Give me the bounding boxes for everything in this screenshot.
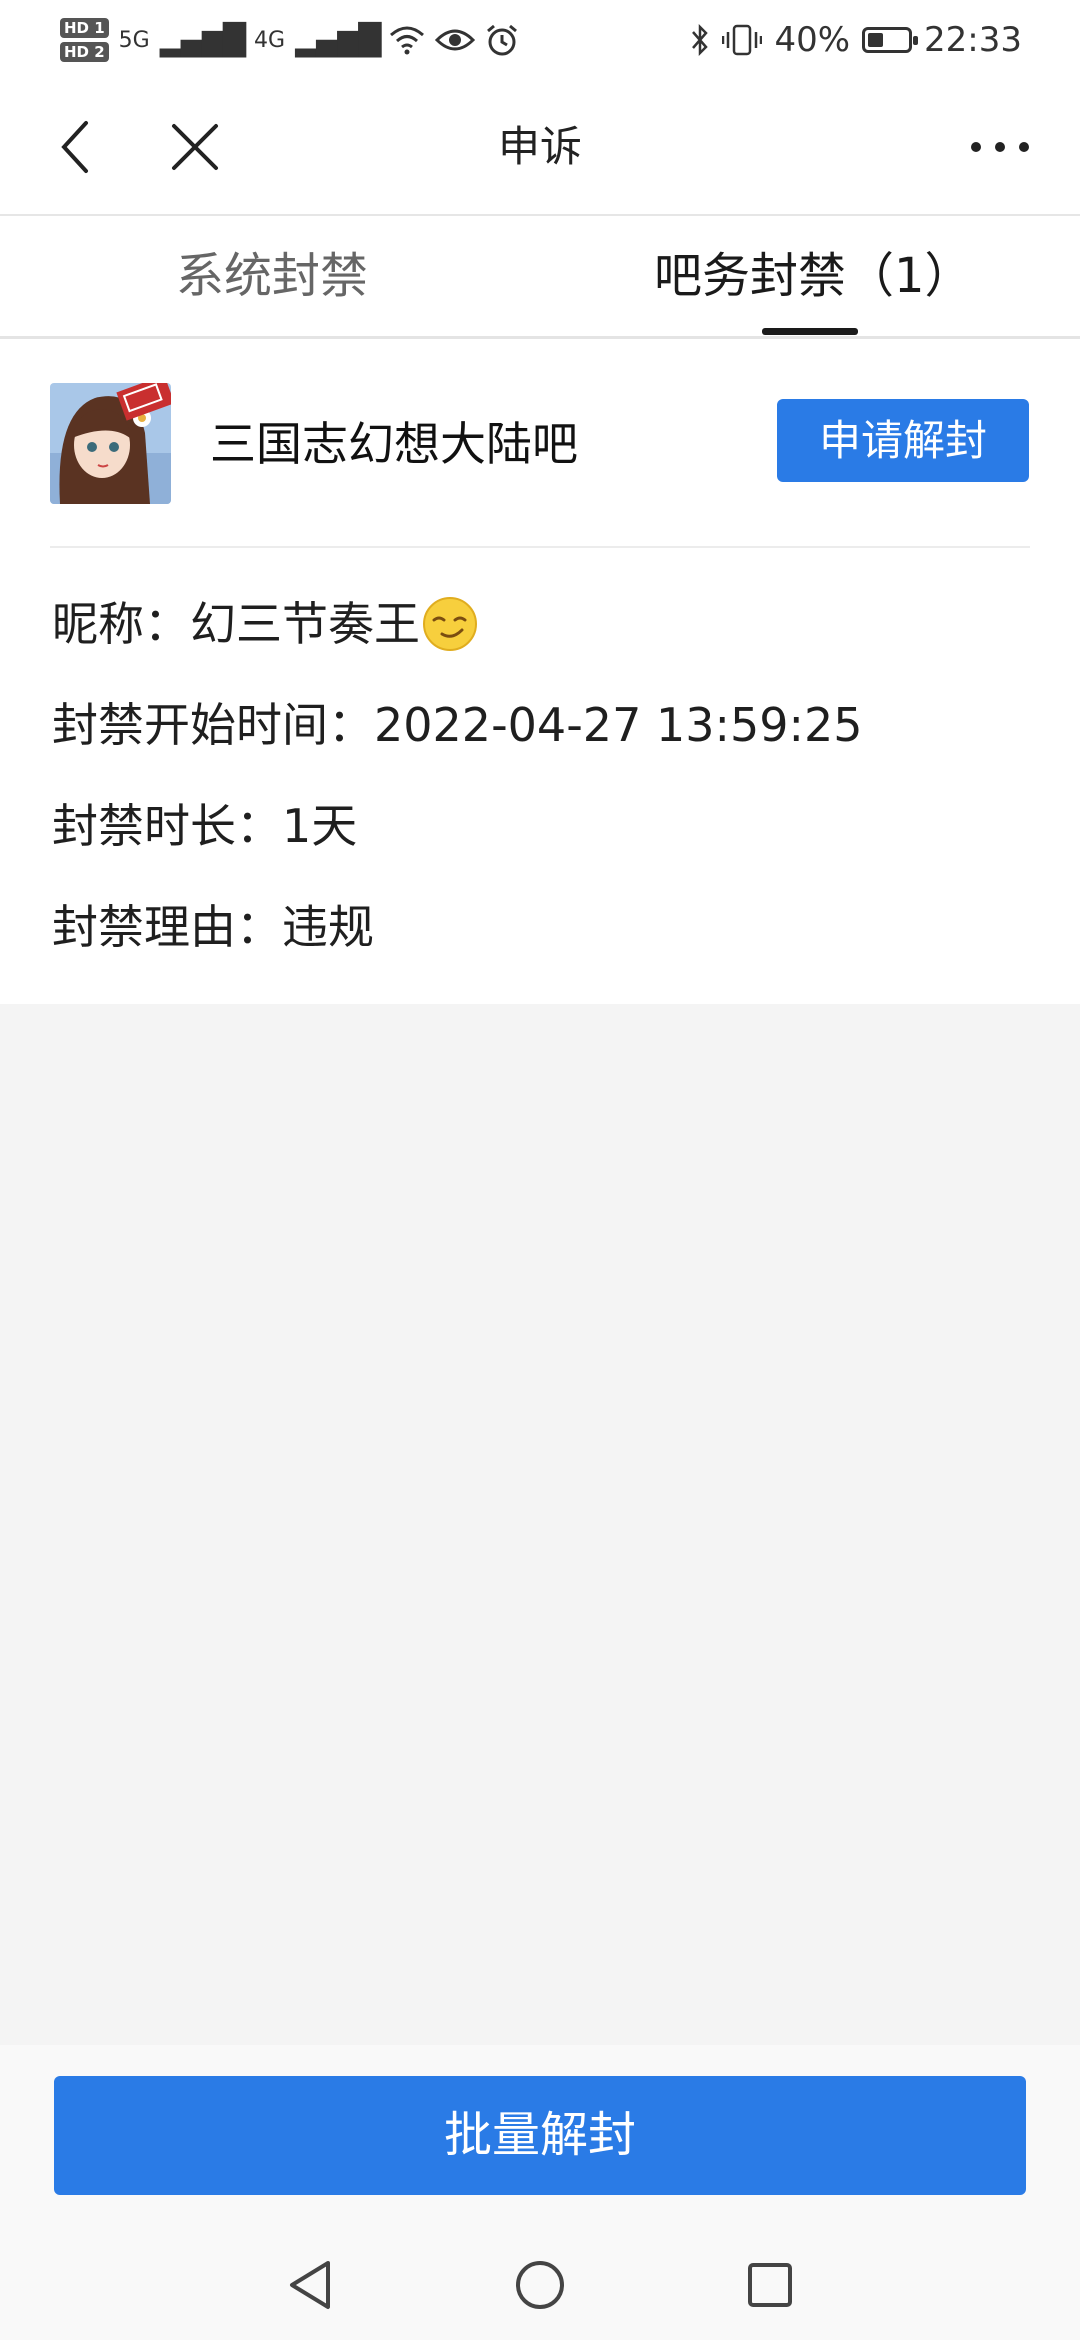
ban-start-value: 2022-04-27 13:59:25 xyxy=(374,698,863,752)
back-button[interactable] xyxy=(40,80,110,214)
clock: 22:33 xyxy=(924,20,1022,60)
divider xyxy=(50,546,1030,548)
network-5g-label: 5G xyxy=(118,27,150,53)
forum-avatar[interactable] xyxy=(50,383,171,504)
network-4g-label: 4G xyxy=(254,27,286,53)
status-right: 40% 22:33 xyxy=(690,14,1022,66)
batch-unblock-button[interactable]: 批量解封 xyxy=(54,2076,1026,2195)
triangle-back-icon xyxy=(290,2261,330,2309)
battery-fill xyxy=(868,33,884,47)
title-bar: 申诉 xyxy=(0,80,1080,216)
signal-icon: ▂▄▆█ xyxy=(295,22,381,58)
close-icon xyxy=(172,124,218,170)
forum-name[interactable]: 三国志幻想大陆吧 xyxy=(210,404,578,484)
battery-icon xyxy=(862,27,919,53)
ban-duration-row: 封禁时长： 1天 xyxy=(52,796,357,856)
active-tab-indicator xyxy=(762,328,858,335)
close-button[interactable] xyxy=(160,80,230,214)
vibrate-icon xyxy=(722,24,763,56)
alarm-icon xyxy=(487,24,518,56)
nav-back-button[interactable] xyxy=(280,2255,340,2315)
ban-reason-value: 违规 xyxy=(282,900,374,954)
tab-forum-ban[interactable]: 吧务封禁（1） xyxy=(654,216,973,336)
ban-duration-value: 1天 xyxy=(282,799,358,853)
eye-icon xyxy=(435,29,476,51)
chevron-left-icon xyxy=(61,121,88,173)
apply-unblock-button[interactable]: 申请解封 xyxy=(777,399,1029,482)
wifi-icon xyxy=(390,26,425,55)
nav-home-button[interactable] xyxy=(510,2255,570,2315)
ban-reason-label: 封禁理由： xyxy=(52,900,282,954)
battery-percent: 40% xyxy=(774,20,851,60)
ban-reason-row: 封禁理由： 违规 xyxy=(52,897,374,957)
circle-home-icon xyxy=(516,2261,564,2309)
signal-icon: ▂▄▆█ xyxy=(159,22,246,58)
hd-indicator: HD 1 HD 2 xyxy=(60,18,109,62)
nickname-label: 昵称： xyxy=(52,597,190,651)
nickname-value: 幻三节奏王 xyxy=(190,597,420,651)
tab-bar: 系统封禁 吧务封禁（1） xyxy=(0,216,1080,339)
hd2-badge: HD 2 xyxy=(60,42,109,62)
ban-record-card: 三国志幻想大陆吧 申请解封 昵称： 幻三节奏王 封禁开始时间： 2022-04-… xyxy=(0,339,1080,1004)
ban-start-label: 封禁开始时间： xyxy=(52,698,374,752)
bluetooth-icon xyxy=(692,23,709,57)
status-left: HD 1 HD 2 5G ▂▄▆█ 4G ▂▄▆█ xyxy=(60,10,519,70)
system-nav-bar xyxy=(0,2225,1080,2340)
more-dots-icon xyxy=(971,142,1029,152)
hd1-badge: HD 1 xyxy=(60,18,109,38)
nav-recent-button[interactable] xyxy=(740,2255,800,2315)
ban-start-row: 封禁开始时间： 2022-04-27 13:59:25 xyxy=(52,695,863,755)
nickname-row: 昵称： 幻三节奏王 xyxy=(52,594,478,654)
square-recent-icon xyxy=(748,2263,792,2307)
forum-avatar-image xyxy=(50,383,171,504)
smirk-emoji-icon xyxy=(423,597,477,651)
more-button[interactable] xyxy=(960,80,1040,214)
status-bar: HD 1 HD 2 5G ▂▄▆█ 4G ▂▄▆█ 40% 22:33 xyxy=(0,0,1080,80)
tab-system-ban[interactable]: 系统封禁 xyxy=(176,216,368,336)
ban-duration-label: 封禁时长： xyxy=(52,799,282,853)
